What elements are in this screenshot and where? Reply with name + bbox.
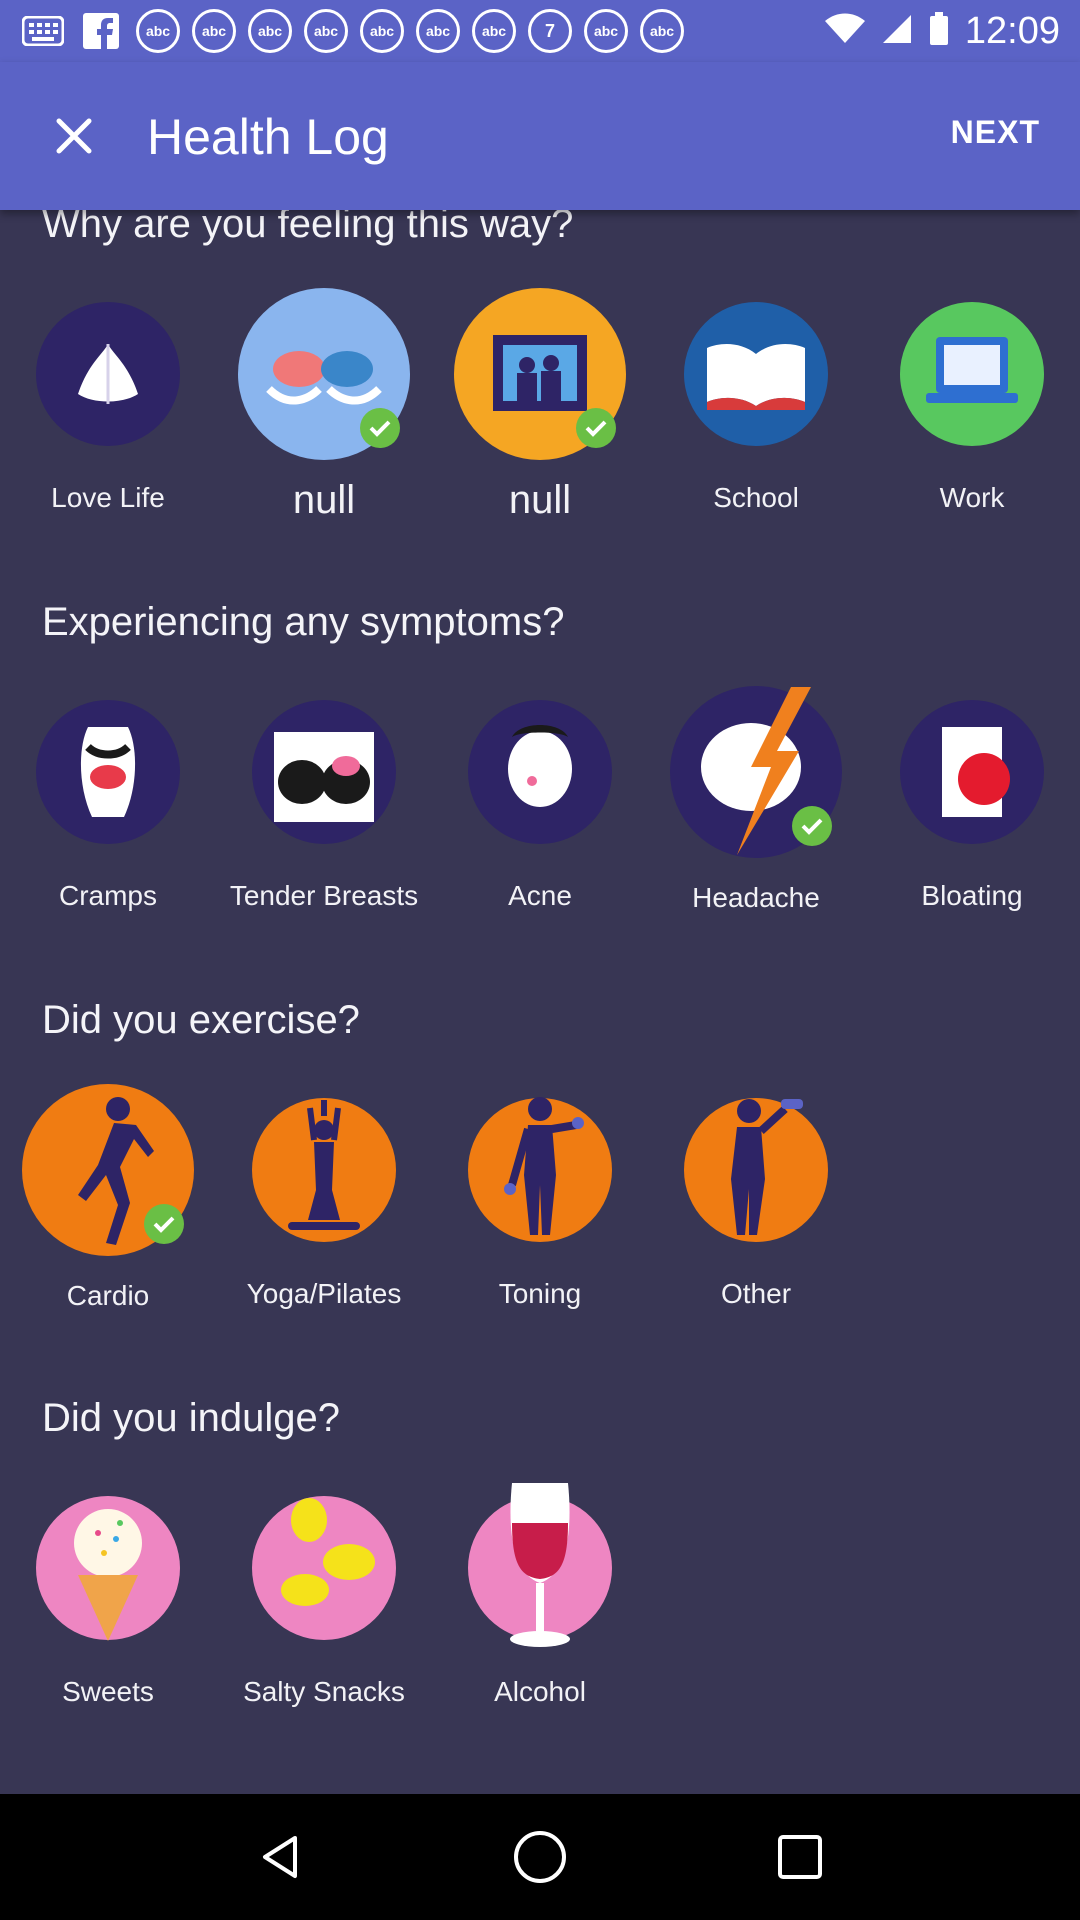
option-salty-snacks[interactable]: Salty Snacks [216,1496,432,1710]
grid-icon [20,8,66,54]
abc-icon: abc [136,9,180,53]
other-exercise-icon [684,1098,828,1242]
book-icon [684,302,828,446]
ice-cream-icon [36,1496,180,1641]
photo-frame-icon [454,288,626,460]
option-label: Love Life [51,482,165,513]
abc-icon: abc [584,9,628,53]
laptop-icon [900,302,1044,446]
option-label: Salty Snacks [243,1676,405,1707]
option-sweets[interactable]: Sweets [0,1496,216,1710]
option-acne[interactable]: Acne [432,700,648,914]
abc-icon: abc [360,9,404,53]
close-button[interactable] [44,106,104,166]
option-label: Cardio [66,1280,150,1311]
cramps-icon [36,700,180,844]
check-icon [792,806,832,846]
next-button[interactable]: NEXT [951,114,1040,151]
section-title-exercise: Did you exercise? [42,998,360,1042]
close-icon [56,118,92,154]
toning-icon [468,1097,612,1242]
option-yoga-pilates[interactable]: Yoga/Pilates [216,1098,432,1312]
love-life-icon [36,302,180,446]
option-label: Tender Breasts [229,880,419,911]
option-null-1[interactable]: null [216,288,432,522]
yoga-icon [252,1098,396,1242]
check-icon [360,408,400,448]
symptoms-row: Cramps Tender Breasts Acne Headache Bloa… [0,686,1080,1000]
bloating-icon [900,700,1044,844]
facebook-icon [78,8,124,54]
home-icon [514,1831,566,1883]
option-label: Alcohol [494,1676,586,1707]
headache-icon [670,686,842,858]
abc-icon: abc [416,9,460,53]
option-label: Work [939,482,1005,513]
option-label: Yoga/Pilates [246,1278,402,1309]
back-icon [263,1836,297,1878]
option-love-life[interactable]: Love Life [0,302,216,516]
tea-cups-icon [238,288,410,460]
option-label: Cramps [58,880,157,911]
option-headache[interactable]: Headache [648,686,864,916]
recents-icon [778,1835,822,1879]
wine-glass-icon [468,1483,612,1647]
option-null-2[interactable]: null [432,288,648,522]
option-school[interactable]: School [648,302,864,516]
chips-icon [252,1496,396,1640]
check-icon [144,1204,184,1244]
feeling-row: Love Life null null School Work [0,288,1080,602]
option-label: Headache [692,882,820,913]
notification-icons: abc abc abc abc abc abc abc 7 abc abc [20,8,684,54]
section-title-indulge: Did you indulge? [42,1396,340,1440]
page-title: Health Log [147,109,389,165]
option-label: Acne [508,880,572,911]
recents-button[interactable] [770,1827,830,1887]
abc7-icon: 7 [528,9,572,53]
acne-icon [468,700,612,844]
option-cardio[interactable]: Cardio [0,1084,216,1314]
home-button[interactable] [510,1827,570,1887]
battery-icon [929,11,949,51]
signal-icon [881,13,913,50]
section-title-symptoms: Experiencing any symptoms? [42,600,565,644]
tender-breasts-icon [252,700,396,844]
option-tender-breasts[interactable]: Tender Breasts [216,700,432,914]
option-work[interactable]: Work [864,302,1080,516]
abc-icon: abc [192,9,236,53]
wifi-icon [824,13,865,50]
status-time: 12:09 [964,9,1060,52]
system-nav-bar [0,1794,1080,1920]
abc-icon: abc [248,9,292,53]
option-cramps[interactable]: Cramps [0,700,216,914]
option-label: Sweets [62,1676,154,1707]
abc-icon: abc [304,9,348,53]
option-label: School [713,482,799,513]
option-alcohol[interactable]: Alcohol [432,1483,648,1710]
option-label: Other [720,1278,792,1309]
abc-icon: abc [472,9,516,53]
option-bloating[interactable]: Bloating [864,700,1080,914]
running-icon [22,1084,194,1256]
option-label: null [508,478,572,522]
indulge-row: Sweets Salty Snacks Alcohol [0,1483,1080,1796]
status-bar: abc abc abc abc abc abc abc 7 abc abc 12… [0,0,1080,62]
app-bar: Health Log NEXT [0,62,1080,210]
back-button[interactable] [250,1827,310,1887]
option-toning[interactable]: Toning [432,1097,648,1312]
option-other[interactable]: Other [648,1098,864,1312]
option-label: Bloating [921,880,1023,911]
option-label: Toning [498,1278,582,1309]
option-label: null [292,478,356,522]
abc-icon: abc [640,9,684,53]
exercise-row: Cardio Yoga/Pilates Toning Other [0,1084,1080,1398]
check-icon [576,408,616,448]
